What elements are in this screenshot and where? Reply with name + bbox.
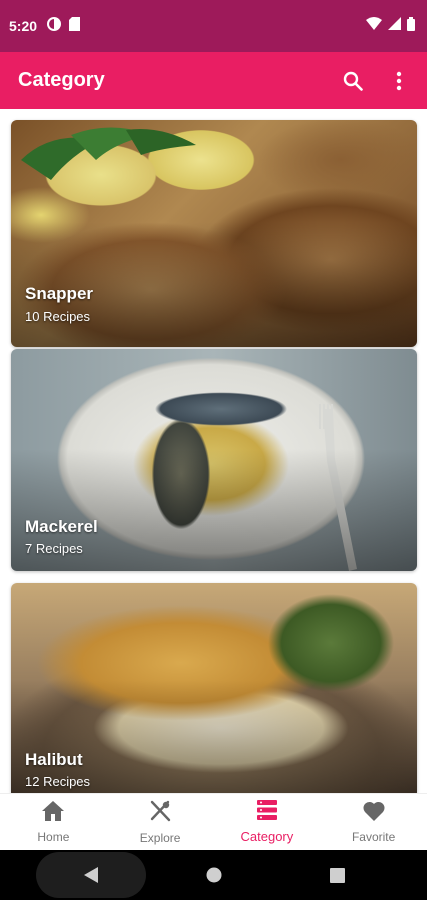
app-bar: Category — [0, 52, 427, 109]
category-name: Halibut — [25, 750, 83, 769]
search-icon[interactable] — [341, 69, 365, 93]
back-icon[interactable] — [72, 850, 110, 900]
system-navigation-bar — [0, 850, 427, 900]
sd-card-icon — [69, 16, 81, 36]
category-list[interactable]: Snapper 10 Recipes Mackerel 7 Recipes Ha… — [0, 109, 427, 793]
wifi-icon — [366, 17, 382, 35]
recipe-count: 10 Recipes — [25, 309, 91, 324]
nav-home[interactable]: Home — [0, 794, 107, 850]
app-bar-actions — [341, 69, 411, 93]
nav-explore[interactable]: Explore — [107, 794, 214, 850]
category-card-snapper[interactable]: Snapper 10 Recipes — [11, 120, 417, 347]
data-saver-icon — [47, 16, 62, 36]
status-indicators — [366, 16, 415, 36]
nav-label: Home — [37, 829, 70, 844]
recipe-count: 7 Recipes — [25, 541, 83, 556]
recents-icon[interactable] — [318, 850, 356, 900]
category-card-halibut[interactable]: Halibut 12 Recipes — [11, 583, 417, 793]
heart-icon — [363, 801, 385, 826]
fork-knife-icon — [149, 800, 171, 827]
nav-label: Explore — [139, 830, 181, 845]
nav-label: Category — [240, 829, 294, 844]
category-name: Snapper — [25, 284, 94, 303]
bottom-navigation: Home Explore Category Favorite — [0, 793, 427, 850]
home-icon — [42, 800, 65, 826]
more-vert-icon[interactable] — [387, 69, 411, 93]
page-title: Category — [18, 69, 105, 91]
home-circle-icon[interactable] — [195, 850, 233, 900]
signal-icon — [388, 17, 401, 35]
category-card-mackerel[interactable]: Mackerel 7 Recipes — [11, 349, 417, 571]
status-bar: 5:20 — [0, 0, 427, 52]
status-time: 5:20 — [9, 18, 38, 34]
nav-label: Favorite — [351, 829, 396, 844]
battery-icon — [407, 16, 415, 36]
category-icon — [256, 800, 277, 825]
recipe-count: 12 Recipes — [25, 774, 91, 789]
nav-favorite[interactable]: Favorite — [320, 794, 427, 850]
nav-category[interactable]: Category — [214, 794, 321, 850]
category-name: Mackerel — [25, 517, 98, 536]
